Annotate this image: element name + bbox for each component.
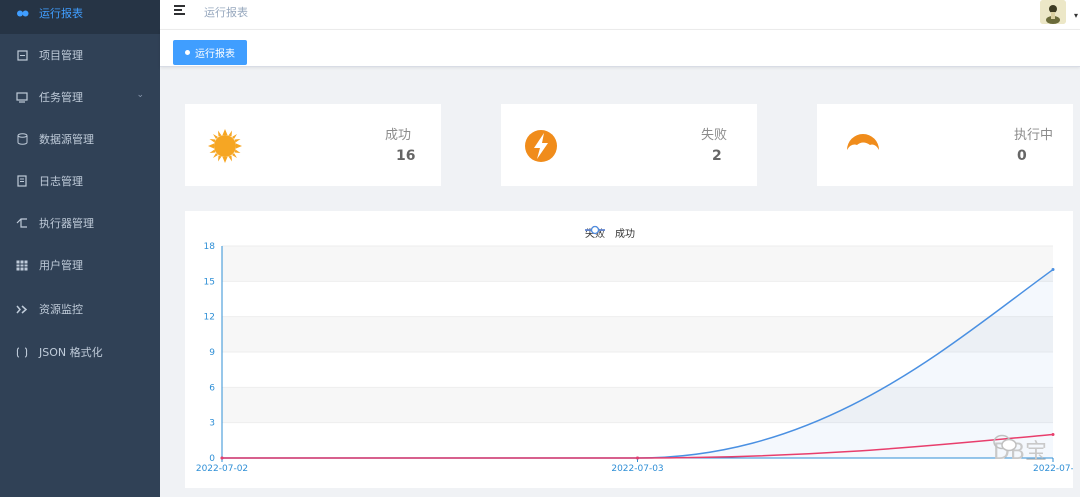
sidebar-item-label: 任务管理: [39, 91, 83, 104]
stat-value: 16: [396, 148, 416, 164]
stat-label: 失败: [700, 128, 727, 143]
sidebar-item-user[interactable]: 用户管理: [0, 244, 160, 286]
y-tick-label: 12: [204, 313, 215, 323]
x-tick-label: 2022-07-03: [611, 464, 663, 474]
monitor-icon: [15, 90, 29, 104]
half-moon-icon: [845, 128, 881, 164]
data-point-成功: [1051, 268, 1055, 272]
stat-value: 0: [1017, 148, 1027, 164]
data-point-失败: [1051, 432, 1055, 436]
sidebar-item-project[interactable]: 项目管理: [0, 34, 160, 76]
navbar: 运行报表 ▾: [160, 0, 1080, 30]
sidebar-item-executor[interactable]: 执行器管理: [0, 202, 160, 244]
monitor-resource-icon: [15, 302, 29, 316]
tag-report[interactable]: 运行报表: [173, 40, 247, 65]
sidebar-item-json[interactable]: JSON 格式化: [0, 331, 160, 373]
watermark: DB宝: [993, 434, 1047, 466]
avatar[interactable]: [1040, 0, 1066, 24]
database-icon: [15, 132, 29, 146]
sidebar-item-resource[interactable]: 资源监控: [0, 288, 160, 330]
user-table-icon: [15, 258, 29, 272]
grid-band: [222, 246, 1053, 282]
data-point-失败: [220, 456, 224, 460]
chevron-down-icon[interactable]: ⌄: [136, 90, 144, 100]
grid-band: [222, 316, 1053, 352]
stat-card-success: 成功 16: [185, 104, 441, 186]
sidebar-item-label: 日志管理: [39, 175, 83, 188]
sidebar-item-label: 数据源管理: [39, 133, 94, 146]
y-tick-label: 3: [209, 419, 215, 429]
sidebar-item-datasource[interactable]: 数据源管理: [0, 118, 160, 160]
sidebar-item-label: 项目管理: [39, 49, 83, 62]
project-icon: [15, 48, 29, 62]
stat-card-failed: 失败 2: [501, 104, 757, 186]
dashboard-icon: [15, 6, 29, 20]
breadcrumb[interactable]: 运行报表: [204, 4, 248, 20]
y-tick-label: 9: [209, 348, 215, 358]
sidebar-item-task[interactable]: 任务管理 ⌄: [0, 76, 160, 118]
sidebar-item-label: 运行报表: [39, 7, 83, 20]
sidebar-item-log[interactable]: 日志管理: [0, 160, 160, 202]
line-chart-panel: 失败 成功 0 3 6 9 12 15 18 2022-07-02 2022-07-03 2022…: [185, 211, 1073, 488]
y-tick-label: 6: [209, 383, 215, 393]
log-icon: [15, 174, 29, 188]
sidebar-item-label: 资源监控: [39, 303, 83, 316]
y-tick-label: 15: [204, 277, 215, 287]
lightning-icon: [523, 128, 559, 164]
hamburger-icon[interactable]: [174, 3, 188, 17]
stat-card-running: 执行中 0: [817, 104, 1073, 186]
y-tick-label: 0: [209, 454, 215, 464]
sidebar: 运行报表 项目管理 任务管理 ⌄ 数据源管理 日志管理 执行器管理 用户管理 资…: [0, 0, 160, 497]
sun-icon: [207, 128, 243, 164]
executor-icon: [15, 216, 29, 230]
y-tick-label: 18: [204, 242, 216, 252]
data-point-失败: [636, 456, 639, 460]
wechat-icon: [993, 434, 1017, 452]
stat-value: 2: [712, 148, 722, 164]
tags-view: 运行报表: [160, 30, 1080, 67]
chart-svg: 03691215182022-07-02 2022-07-03 2022-07-: [196, 242, 1073, 474]
x-tick-label: 2022-07-02: [196, 464, 248, 474]
grid-band: [222, 281, 1053, 317]
json-icon: [15, 345, 29, 359]
tag-label: 运行报表: [195, 49, 235, 60]
sidebar-item-report[interactable]: 运行报表: [0, 0, 160, 34]
caret-down-icon[interactable]: ▾: [1074, 11, 1078, 20]
stat-label: 执行中: [1013, 128, 1053, 143]
sidebar-item-label: 执行器管理: [39, 217, 94, 230]
stat-label: 成功: [384, 128, 411, 143]
sidebar-item-label: JSON 格式化: [39, 346, 103, 359]
dot-icon: [185, 50, 190, 55]
sidebar-item-label: 用户管理: [39, 259, 83, 272]
